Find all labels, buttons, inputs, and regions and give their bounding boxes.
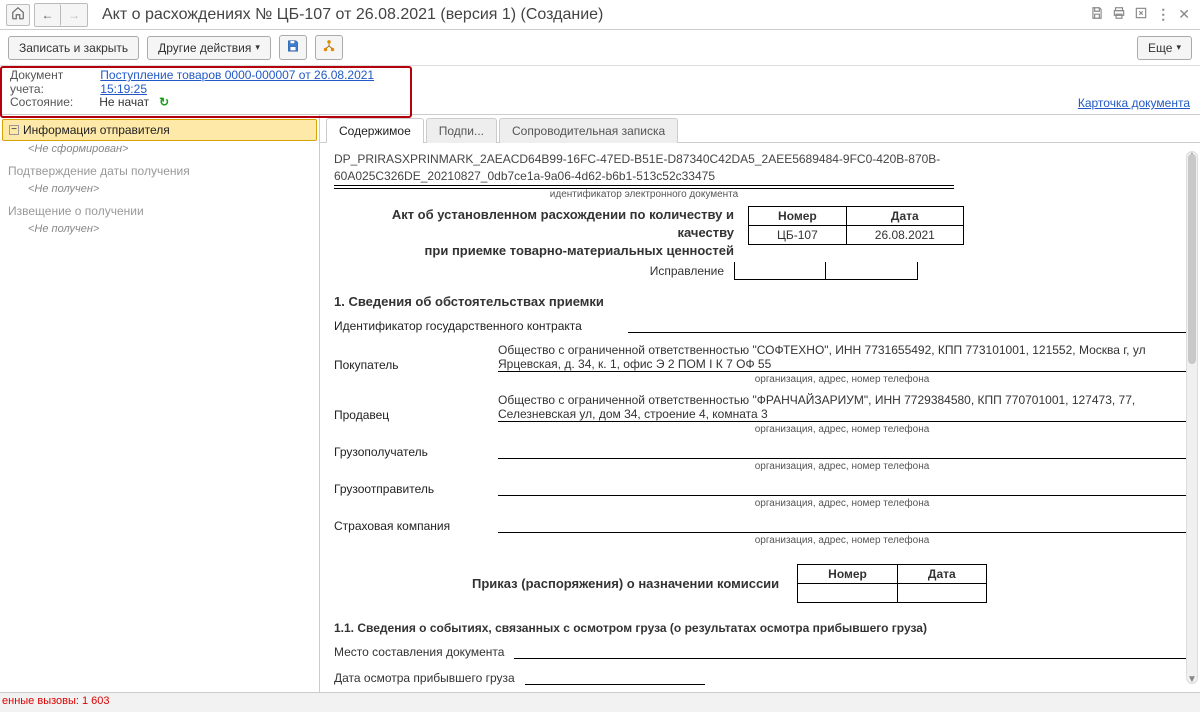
status-value: Не начат <box>99 95 149 109</box>
consignor-label: Грузоотправитель <box>334 482 484 496</box>
arrow-right-icon: → <box>68 8 80 22</box>
order-title: Приказ (распоряжения) о назначении комис… <box>472 576 779 591</box>
other-actions-label: Другие действия <box>158 41 251 55</box>
insurance-value <box>498 517 1186 533</box>
accounting-doc-label: Документ учета: <box>10 68 94 96</box>
print-icon[interactable] <box>1112 6 1126 23</box>
doc-header-title-2: при приемке товарно-материальных ценност… <box>334 242 734 260</box>
back-button[interactable]: ← <box>35 4 61 26</box>
doc-header-title-1: Акт об установленном расхождении по коли… <box>334 206 734 242</box>
insurance-note: организация, адрес, номер телефона <box>334 535 1186 546</box>
accounting-doc-link[interactable]: Поступление товаров 0000-000007 от 26.08… <box>100 68 402 96</box>
hdr-date-label: Дата <box>846 206 963 225</box>
gov-contract-label: Идентификатор государственного контракта <box>334 319 614 333</box>
tree-item-notice-status: <Не получен> <box>2 221 317 241</box>
consignor-note: организация, адрес, номер телефона <box>334 498 1186 509</box>
home-button[interactable] <box>6 4 30 26</box>
consignee-label: Грузополучатель <box>334 445 484 459</box>
seller-note: организация, адрес, номер телефона <box>334 424 1186 435</box>
chevron-down-icon: ▾ <box>1176 42 1181 53</box>
document-area[interactable]: DP_PRIRASXPRINMARK_2AEACD64B99-16FC-47ED… <box>320 143 1200 692</box>
tabs: Содержимое Подпи... Сопроводительная зап… <box>320 115 1200 143</box>
gov-contract-value <box>628 317 1186 333</box>
more-menu-icon[interactable]: ⋮ <box>1156 6 1170 23</box>
tree-item-sender-status: <Не сформирован> <box>2 141 317 161</box>
tab-signatures[interactable]: Подпи... <box>426 118 497 143</box>
tab-label: Сопроводительная записка <box>512 124 665 138</box>
close-icon[interactable]: ✕ <box>1178 6 1190 23</box>
minus-icon: − <box>9 125 19 135</box>
action-bar: Записать и закрыть Другие действия ▾ Еще… <box>0 30 1200 66</box>
place-label: Место составления документа <box>334 645 504 659</box>
tree-item-label: Извещение о получении <box>8 204 144 218</box>
forward-button[interactable]: → <box>61 4 87 26</box>
left-tree-pane: − Информация отправителя <Не сформирован… <box>0 115 320 692</box>
seller-label: Продавец <box>334 408 484 422</box>
chevron-down-icon: ▾ <box>255 42 260 53</box>
consignee-note: организация, адрес, номер телефона <box>334 461 1186 472</box>
tree-item-label: Информация отправителя <box>23 123 170 137</box>
header-table: Номер Дата ЦБ-107 26.08.2021 <box>748 206 964 245</box>
status-bar: енные вызовы: 1 603 <box>0 692 1200 712</box>
inspection-date-value <box>525 669 705 685</box>
tree-item-receipt-notice[interactable]: Извещение о получении <box>2 201 317 221</box>
insurance-label: Страховая компания <box>334 519 484 533</box>
correction-cells <box>734 262 918 280</box>
tree-item-label: Подтверждение даты получения <box>8 164 190 178</box>
doc-id-note: идентификатор электронного документа <box>334 188 954 200</box>
refresh-icon[interactable]: ↻ <box>159 95 169 109</box>
home-icon <box>11 6 25 23</box>
consignee-value <box>498 443 1186 459</box>
place-value <box>514 643 1186 659</box>
more-label: Еще <box>1148 41 1172 55</box>
order-num-label: Номер <box>798 565 898 584</box>
document-card-link[interactable]: Карточка документа <box>1078 96 1190 110</box>
scroll-down-icon[interactable]: ▼ <box>1187 674 1197 685</box>
more-button[interactable]: Еще ▾ <box>1137 36 1192 60</box>
buyer-value: Общество с ограниченной ответственностью… <box>498 343 1186 372</box>
hierarchy-icon <box>322 39 336 56</box>
save-icon[interactable] <box>1090 6 1104 23</box>
section-1-title: 1. Сведения об обстоятельствах приемки <box>334 294 1186 309</box>
hdr-num-label: Номер <box>749 206 847 225</box>
nav-group: ← → <box>34 3 88 27</box>
order-date-label: Дата <box>897 565 986 584</box>
consignor-value <box>498 480 1186 496</box>
hdr-date-value: 26.08.2021 <box>846 225 963 244</box>
arrow-left-icon: ← <box>42 8 54 22</box>
buyer-note: организация, адрес, номер телефона <box>334 374 1186 385</box>
scroll-thumb[interactable] <box>1188 154 1196 364</box>
tab-label: Содержимое <box>339 124 411 138</box>
window-title: Акт о расхождениях № ЦБ-107 от 26.08.202… <box>92 6 1086 24</box>
status-text: енные вызовы: 1 603 <box>2 695 110 707</box>
doc-id-line1: DP_PRIRASXPRINMARK_2AEACD64B99-16FC-47ED… <box>334 151 1186 168</box>
tab-label: Подпи... <box>439 124 484 138</box>
disk-icon <box>286 39 300 56</box>
tree-item-sender-info[interactable]: − Информация отправителя <box>2 119 317 141</box>
status-label: Состояние: <box>10 95 73 109</box>
correction-label: Исправление <box>334 264 724 278</box>
section-11-title: 1.1. Сведения о событиях, связанных с ос… <box>334 621 1186 635</box>
top-toolbar: ← → Акт о расхождениях № ЦБ-107 от 26.08… <box>0 0 1200 30</box>
hierarchy-button[interactable] <box>315 35 343 60</box>
save-close-button[interactable]: Записать и закрыть <box>8 36 139 60</box>
buyer-label: Покупатель <box>334 358 484 372</box>
hdr-num-value: ЦБ-107 <box>749 225 847 244</box>
tab-cover-note[interactable]: Сопроводительная записка <box>499 118 678 143</box>
other-actions-button[interactable]: Другие действия ▾ <box>147 36 271 60</box>
doc-id-line2: 60A025C326DE_20210827_0db7ce1a-9a06-4d62… <box>334 168 954 186</box>
order-table: Номер Дата <box>797 564 987 603</box>
tab-content[interactable]: Содержимое <box>326 118 424 143</box>
expand-icon[interactable] <box>1134 6 1148 23</box>
tree-item-receipt-status: <Не получен> <box>2 181 317 201</box>
tree-item-receipt-confirm[interactable]: Подтверждение даты получения <box>2 161 317 181</box>
disk-save-button[interactable] <box>279 35 307 60</box>
inspection-date-label: Дата осмотра прибывшего груза <box>334 671 515 685</box>
scrollbar[interactable]: ▲ ▼ <box>1186 151 1198 684</box>
seller-value: Общество с ограниченной ответственностью… <box>498 393 1186 422</box>
save-close-label: Записать и закрыть <box>19 41 128 55</box>
